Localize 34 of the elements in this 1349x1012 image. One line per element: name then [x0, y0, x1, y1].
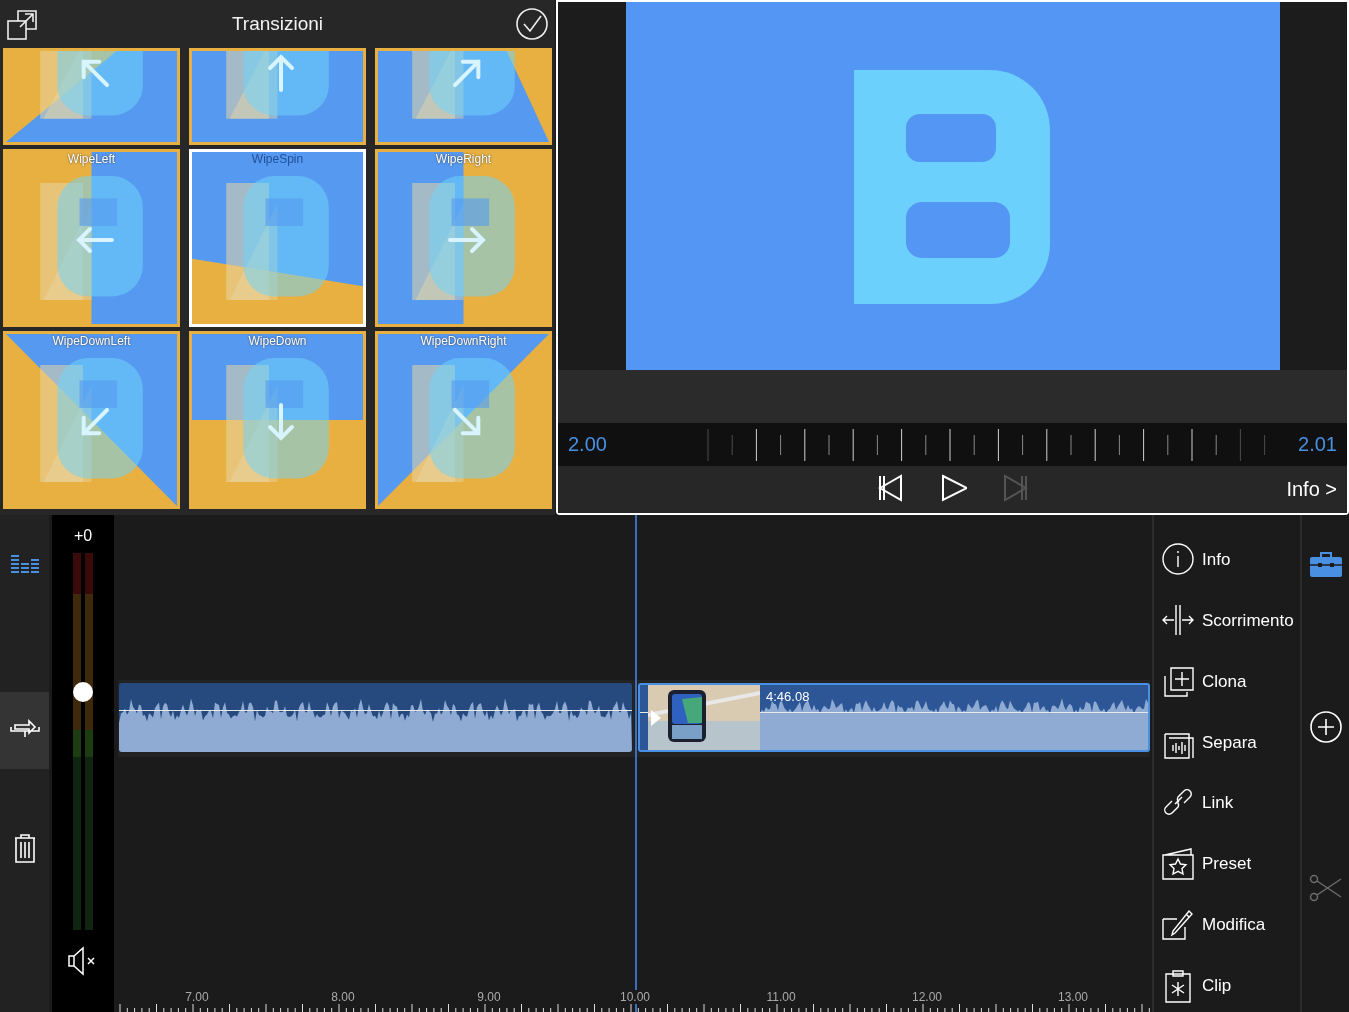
- menu-item[interactable]: Clona: [1154, 651, 1300, 713]
- transition-label: WipeDownLeft: [51, 334, 132, 348]
- info-link[interactable]: Info >: [1286, 478, 1337, 501]
- time-label: 9.00: [476, 990, 502, 1004]
- time-label: 11.00: [765, 990, 797, 1004]
- start-time: 2.00: [568, 433, 607, 456]
- star-frame-icon: [1161, 846, 1195, 883]
- time-label: 7.00: [184, 990, 210, 1004]
- time-label: 8.00: [330, 990, 356, 1004]
- audio-clip[interactable]: [119, 683, 632, 752]
- menu-item[interactable]: Preset: [1154, 833, 1300, 895]
- time-label: 12.00: [911, 990, 943, 1004]
- time-label: 10.00: [619, 990, 651, 1004]
- transition-label: WipeDown: [247, 334, 308, 348]
- clip-duration: 4:46.08: [766, 689, 810, 704]
- transition-label: WipeLeft: [66, 152, 117, 166]
- menu-item[interactable]: Clip: [1154, 955, 1300, 1012]
- play-icon: [650, 709, 662, 727]
- time-label: 13.00: [1057, 990, 1089, 1004]
- menu-item[interactable]: Info: [1154, 530, 1300, 591]
- panel-title: Transizioni: [231, 13, 324, 35]
- menu-item[interactable]: Link: [1154, 773, 1300, 834]
- end-time: 2.01: [1298, 433, 1337, 456]
- transition-label: WipeDownRight: [419, 334, 508, 348]
- level-reading: +0: [73, 527, 93, 546]
- level-slider[interactable]: [72, 553, 94, 930]
- video-clip[interactable]: 4:46.08: [638, 683, 1150, 752]
- menu-item[interactable]: Scorrimento: [1154, 590, 1300, 652]
- resize-icon[interactable]: [6, 7, 40, 41]
- menu-item[interactable]: Separa: [1154, 712, 1300, 773]
- transition-label: WipeRight: [434, 152, 493, 166]
- confirm-icon[interactable]: [515, 7, 549, 41]
- transition-label: WipeSpin: [250, 152, 305, 166]
- menu-item[interactable]: Modifica: [1154, 894, 1300, 956]
